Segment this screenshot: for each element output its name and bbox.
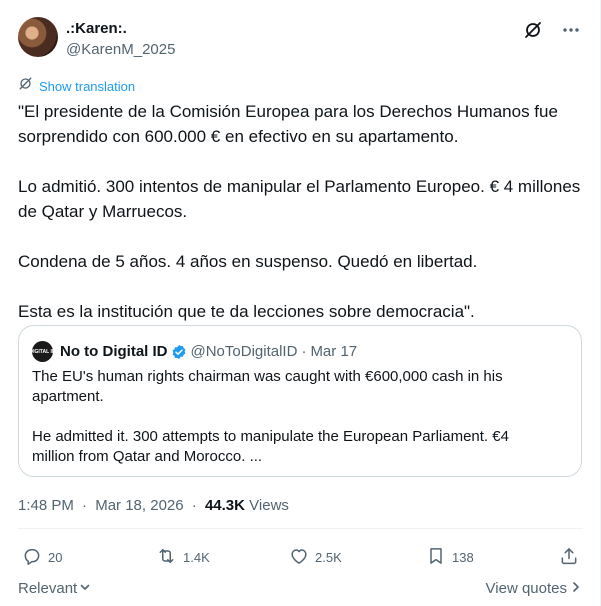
divider	[18, 528, 583, 529]
reply-count: 20	[48, 550, 63, 565]
meta-separator: ·	[82, 497, 88, 514]
chevron-down-icon	[79, 580, 91, 597]
tweet-time[interactable]: 1:48 PM	[18, 497, 74, 514]
tweet-paragraph: Lo admitió. 300 intentos de manipular el…	[18, 177, 581, 221]
bookmark-icon	[426, 546, 446, 569]
quoted-author-handle[interactable]: @NoToDigitalID	[191, 343, 298, 360]
more-options-icon[interactable]	[561, 20, 581, 40]
share-icon	[559, 546, 579, 569]
tweet-paragraph: Esta es la institución que te da leccion…	[18, 302, 475, 321]
quoted-paragraph: The EU's human rights chairman was caugh…	[32, 368, 503, 405]
bookmark-button[interactable]: 138	[426, 546, 474, 569]
show-translation-label[interactable]: Show translation	[39, 79, 135, 94]
quoted-tweet[interactable]: DIGITAL ID No to Digital ID @NoToDigital…	[18, 325, 582, 477]
tweet-date[interactable]: Mar 18, 2026	[95, 497, 183, 514]
tweet-paragraph: Condena de 5 años. 4 años en suspenso. Q…	[18, 252, 478, 271]
grok-icon	[18, 76, 33, 96]
view-quotes-label: View quotes	[485, 580, 567, 597]
quoted-paragraph: He admitted it. 300 attempts to manipula…	[32, 428, 509, 465]
verified-badge-icon	[171, 344, 187, 360]
repost-icon	[156, 546, 177, 569]
repost-count: 1.4K	[183, 550, 210, 565]
chevron-right-icon	[571, 580, 581, 597]
quoted-text: The EU's human rights chairman was caugh…	[32, 367, 552, 467]
views-label: Views	[249, 497, 289, 514]
heart-icon	[289, 546, 309, 569]
reply-button[interactable]: 20	[22, 546, 62, 569]
repost-button[interactable]: 1.4K	[156, 546, 210, 569]
action-bar: 20 1.4K 2.5K 138	[18, 546, 583, 570]
tweet-text: "El presidente de la Comisión Europea pa…	[18, 99, 583, 324]
author-avatar[interactable]	[18, 17, 58, 57]
author-name[interactable]: .:Karen:.	[66, 20, 127, 37]
quoted-date[interactable]: Mar 17	[310, 343, 357, 360]
like-button[interactable]: 2.5K	[289, 546, 342, 569]
tweet-meta: 1:48 PM · Mar 18, 2026 · 44.3K Views	[18, 497, 289, 514]
tweet-paragraph: "El presidente de la Comisión Europea pa…	[18, 102, 558, 146]
like-count: 2.5K	[315, 550, 342, 565]
grok-icon[interactable]	[523, 20, 543, 40]
quoted-avatar[interactable]: DIGITAL ID	[30, 341, 55, 362]
sort-relevant-dropdown[interactable]: Relevant	[18, 580, 91, 597]
meta-separator: ·	[191, 497, 197, 514]
reply-icon	[22, 546, 42, 569]
author-handle[interactable]: @KarenM_2025	[66, 41, 175, 58]
bookmark-count: 138	[452, 550, 474, 565]
quoted-author-name[interactable]: No to Digital ID	[60, 343, 168, 360]
sort-label: Relevant	[18, 580, 78, 597]
quoted-separator: ·	[301, 343, 307, 360]
view-quotes-link[interactable]: View quotes	[486, 580, 581, 597]
share-button[interactable]	[559, 546, 579, 569]
show-translation[interactable]: Show translation	[18, 76, 135, 96]
views-count: 44.3K	[204, 497, 245, 514]
